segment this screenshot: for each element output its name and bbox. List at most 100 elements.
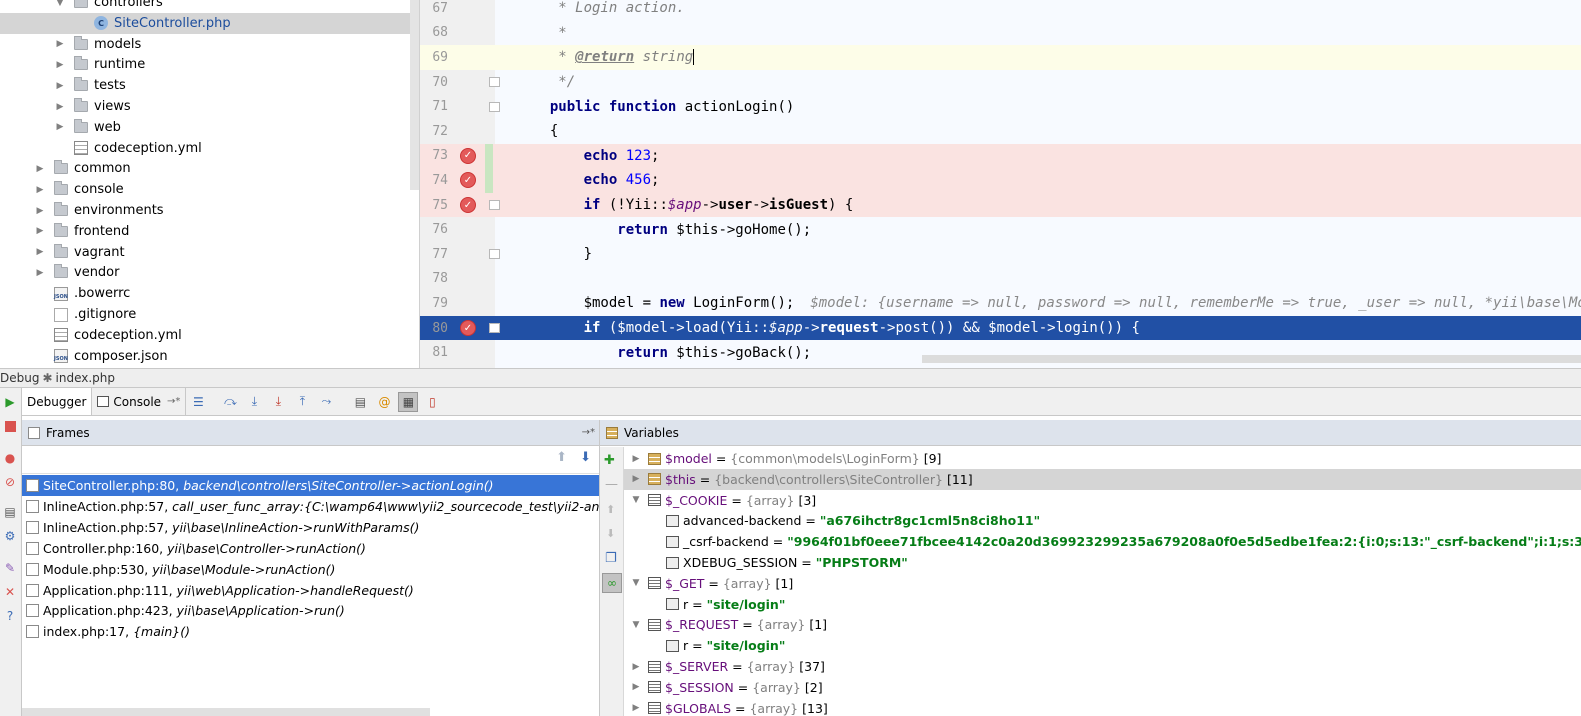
stop-icon[interactable] [2,418,18,434]
chevron-right-icon[interactable]: ▶ [54,101,66,113]
restore-layout-icon[interactable]: ▯ [422,392,442,412]
breakpoint-icon[interactable]: ✓ [460,197,476,214]
code-line[interactable]: 72 { [420,119,1581,144]
variable-row[interactable]: ▶ $_SERVER = {array} [37] [624,656,1581,677]
mute-breakpoints-icon[interactable]: ⊘ [2,474,18,490]
variable-row[interactable]: advanced-backend = "a676ihctr8gc1cml5n8c… [624,510,1581,531]
copy-icon[interactable]: ❐ [605,551,617,566]
fold-marker-icon[interactable] [489,200,500,211]
code-line[interactable]: 76 return $this->goHome(); [420,217,1581,242]
tree-item[interactable]: ▶ models [0,34,419,55]
variable-row[interactable]: XDEBUG_SESSION = "PHPSTORM" [624,552,1581,573]
code-line[interactable]: 70 */ [420,70,1581,95]
code-line[interactable]: 68 * [420,21,1581,46]
frame-row[interactable]: index.php:17, {main}() [22,621,599,642]
frame-row[interactable]: SiteController.php:80, backend\controller… [22,475,599,496]
help-icon[interactable]: ? [2,608,18,624]
show-values-inline-icon[interactable]: ▦ [398,391,419,412]
fold-marker-icon[interactable] [489,249,500,260]
chevron-down-icon[interactable]: ▼ [630,620,642,630]
chevron-right-icon[interactable]: ▶ [54,121,66,133]
chevron-right-icon[interactable]: ▶ [630,474,642,484]
show-execution-point-icon[interactable]: ☰ [188,392,208,412]
move-down-icon[interactable]: ⬇ [606,527,615,540]
tree-item[interactable]: ▶ runtime [0,54,419,75]
variable-row[interactable]: ▶ $_SESSION = {array} [2] [624,677,1581,698]
move-up-icon[interactable]: ⬆ [606,503,615,516]
code-line[interactable]: 73 ✓ echo 123; [420,143,1581,169]
view-breakpoints-icon[interactable]: ● [2,450,18,466]
code-line[interactable]: 80 ✓ if ($model->load(Yii::$app->request-… [420,315,1581,341]
variable-row[interactable]: ▼ $_REQUEST = {array} [1] [624,614,1581,635]
previous-frame-icon[interactable]: ⬆ [556,450,567,465]
tree-item[interactable]: ▶ environments [0,200,419,221]
chevron-down-icon[interactable]: ▼ [630,578,642,588]
frame-row[interactable]: Application.php:423, yii\base\Application… [22,600,599,621]
evaluate-expression-icon[interactable]: ▤ [350,392,370,412]
line-number[interactable]: 72 [420,124,448,139]
chevron-right-icon[interactable]: ▶ [34,246,46,258]
frame-row[interactable]: InlineAction.php:57, yii\base\InlineActio… [22,517,599,538]
tree-item[interactable]: JSON .bowerrc [0,283,419,304]
fold-marker-icon[interactable] [489,323,500,334]
variable-row[interactable]: r = "site/login" [624,635,1581,656]
variable-row[interactable]: _csrf-backend = "9964f01bf0eee71fbcee414… [624,531,1581,552]
line-number[interactable]: 73 [420,148,448,163]
code-line[interactable]: 67 * Login action. [420,0,1581,21]
code-line[interactable]: 79 $model = new LoginForm(); $model: {use… [420,291,1581,316]
line-number[interactable]: 80 [420,321,448,336]
chevron-right-icon[interactable]: ▶ [630,682,642,692]
tree-item[interactable]: C SiteController.php [0,12,419,34]
chevron-right-icon[interactable]: ▶ [34,225,46,237]
next-frame-icon[interactable]: ⬇ [580,450,591,465]
variable-row[interactable]: r = "site/login" [624,594,1581,615]
chevron-right-icon[interactable]: ▶ [34,267,46,279]
frame-row[interactable]: Application.php:111, yii\web\Application-… [22,580,599,601]
code-editor[interactable]: 67 * Login action. 68 * 69 * @return strin… [420,0,1581,368]
chevron-right-icon[interactable]: ▶ [34,163,46,175]
code-line[interactable]: 78 [420,267,1581,292]
tree-item[interactable]: ▶ web [0,117,419,138]
tree-item[interactable]: JSON composer.json [0,346,419,367]
step-out-icon[interactable]: ⤒ [292,392,312,412]
line-number[interactable]: 71 [420,99,448,114]
line-number[interactable]: 68 [420,25,448,40]
tree-item[interactable]: ▶ vagrant [0,242,419,263]
editor-horizontal-scrollbar[interactable] [922,355,1581,363]
line-number[interactable]: 78 [420,271,448,286]
variable-row[interactable]: ▶ $model = {common\models\LoginForm} [9] [624,448,1581,469]
code-line[interactable]: 74 ✓ echo 456; [420,168,1581,193]
line-number[interactable]: 76 [420,222,448,237]
line-number[interactable]: 69 [420,50,448,65]
chevron-right-icon[interactable]: ▶ [54,38,66,50]
fold-marker-icon[interactable] [489,101,500,112]
frames-pin[interactable]: →* [582,427,595,438]
line-number[interactable]: 77 [420,247,448,262]
variable-row[interactable]: ▶ $this = {backend\controllers\SiteContro… [624,468,1581,490]
watch-icon[interactable]: @ [374,392,394,412]
frame-row[interactable]: InlineAction.php:57, call_user_func_array… [22,496,599,517]
chevron-down-icon[interactable]: ▼ [54,0,66,9]
frame-row[interactable]: Controller.php:160, yii\base\Controller->… [22,538,599,559]
chevron-right-icon[interactable]: ▶ [630,703,642,713]
tree-item[interactable]: ▶ views [0,96,419,117]
chevron-right-icon[interactable]: ▶ [54,59,66,71]
tree-item[interactable]: ▼ controllers [0,0,419,13]
breakpoint-icon[interactable]: ✓ [460,172,476,189]
layout-icon[interactable]: ▤ [2,504,18,520]
variable-row[interactable]: ▼ $_COOKIE = {array} [3] [624,490,1581,511]
chevron-right-icon[interactable]: ▶ [54,80,66,92]
force-step-into-icon[interactable]: ⤓ [268,392,288,412]
settings-icon[interactable]: ⚙ [2,528,18,544]
step-into-icon[interactable]: ⤓ [244,392,264,412]
code-line[interactable]: 75 ✓ if (!Yii::$app->user->isGuest) { [420,192,1581,218]
tree-item[interactable]: ▶ common [0,158,419,179]
line-number[interactable]: 81 [420,345,448,360]
chevron-down-icon[interactable]: ▼ [630,495,642,505]
code-line[interactable]: 77 } [420,242,1581,267]
tree-item[interactable]: codeception.yml [0,325,419,346]
debug-config-name[interactable]: index.php [56,371,115,385]
frame-row[interactable]: Module.php:530, yii\base\Module->runActio… [22,559,599,580]
tree-item[interactable]: ▶ vendor [0,262,419,283]
add-watch-icon[interactable]: ✚ [604,453,615,468]
